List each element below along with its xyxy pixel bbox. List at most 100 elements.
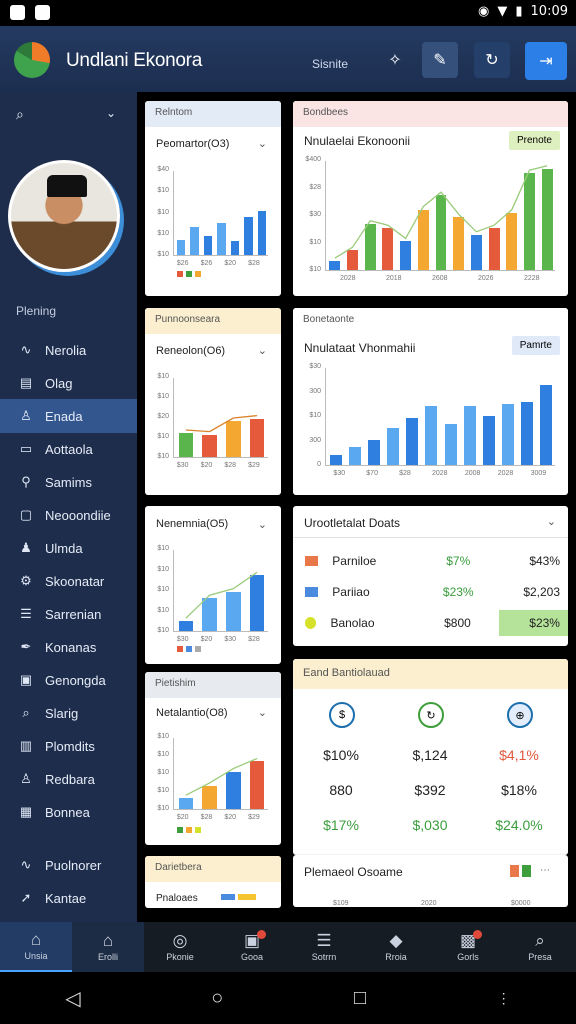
chart-bar[interactable] [244, 216, 253, 255]
chart-bar[interactable] [230, 240, 240, 255]
tab-item[interactable]: ▩ Gorls [432, 922, 504, 972]
chart-bar[interactable] [540, 384, 553, 465]
menu-icon[interactable]: ⋮ [497, 990, 511, 1007]
chevron-down-icon[interactable]: ⌄ [258, 137, 267, 150]
chart-card-7[interactable]: Darietbera Pnaloaes [145, 856, 281, 908]
sidebar-item[interactable]: ∿ Puolnorer [0, 848, 137, 882]
sidebar-item[interactable]: ▭ Aottaola [0, 432, 137, 466]
chart-card-6[interactable]: Pietishim Netalantio(O8) ⌄ $10 $10 $10 $10 $… [145, 672, 281, 845]
globe-icon[interactable]: ⊕ [507, 702, 533, 728]
bottom-card[interactable]: Plemaeol Osoame ⋯ $109 2020 $0000 [293, 855, 568, 907]
chart-bar[interactable] [367, 439, 380, 465]
profile-icon[interactable]: ✧ [377, 42, 413, 78]
chart-card-1[interactable]: Relntom Peomartor(O3) ⌄ $40 $10 $10 $10 $10 $… [145, 101, 281, 296]
chart-card-3[interactable]: Punnoonseara Reneolon(O6) ⌄ $10 $10 $20 $10… [145, 308, 281, 495]
header-link[interactable]: Sisnite [312, 57, 348, 71]
chart-bar[interactable] [463, 406, 476, 465]
chevron-down-icon[interactable]: ⌄ [106, 106, 116, 120]
sidebar-item-label: Olag [45, 375, 73, 391]
tab-item[interactable]: ◎ Pkonie [144, 922, 216, 972]
sidebar-item[interactable]: ▣ Genongda [0, 663, 137, 697]
home-icon[interactable]: ○ [211, 987, 223, 1010]
sidebar-item[interactable]: ▤ Olag [0, 366, 137, 400]
sidebar-item[interactable]: ▢ Neooondiie [0, 498, 137, 532]
chart-bar[interactable] [406, 417, 419, 465]
chart-legend [221, 894, 256, 900]
search-icon[interactable]: ⌕ [16, 106, 24, 123]
tab-item[interactable]: ⌂ Erolli [72, 922, 144, 972]
y-tick-label: 300 [309, 387, 321, 395]
sidebar-item[interactable]: ✒ Konanas [0, 630, 137, 664]
chart-bar[interactable] [217, 222, 226, 255]
y-tick-label: $10 [157, 251, 169, 258]
sidebar-item[interactable]: ▥ Plomdits [0, 729, 137, 763]
status-bar: ◉ ▼ ▮ 10:09 [0, 0, 576, 26]
chart-card-4[interactable]: Bonetaonte Nnulataat Vhonmahii Pamrte $3… [293, 308, 568, 495]
tab-label: Erolli [97, 952, 118, 962]
chevron-down-icon[interactable]: ⌄ [547, 515, 556, 528]
avatar[interactable] [8, 160, 120, 272]
battery-icon: ▮ [515, 4, 523, 19]
sidebar-item[interactable]: ⚙ Skoonatar [0, 564, 137, 598]
chevron-down-icon[interactable]: ⌄ [258, 706, 267, 719]
chart-bar[interactable] [329, 455, 342, 465]
coin-icon[interactable]: $ [329, 702, 355, 728]
sidebar-item[interactable]: ⚲ Samims [0, 465, 137, 499]
deal-row[interactable]: Banolao $800 $23% [293, 607, 568, 638]
sidebar: ⌕ ⌄ Plening ∿ Nerolia ▤ Olag ♙ Enada ▭ Aottaola… [0, 92, 137, 922]
tab-item[interactable]: ⌂ Unsia [0, 922, 72, 972]
chart-bar[interactable] [258, 210, 267, 255]
deals-card[interactable]: Urootletalat Doats ⌄ Parniloe $7% $43% Pari… [293, 506, 568, 646]
card-title: Pnaloaes [156, 893, 198, 904]
chart-bar[interactable] [203, 236, 213, 255]
chevron-down-icon[interactable]: ⌄ [258, 344, 267, 357]
sidebar-item[interactable]: ➚ Kantae [0, 881, 137, 915]
sidebar-item[interactable]: ♙ Enada [0, 399, 137, 433]
chart-bar[interactable] [425, 406, 438, 465]
y-tick-label: $10 [157, 187, 169, 195]
system-nav-bar: ◁ ○ □ ⋮ [0, 972, 576, 1024]
card-tag[interactable]: Prenote [508, 131, 560, 150]
chart-card-2[interactable]: Bondbees Nnulaelai Ekonoonii Prenote $40… [293, 101, 568, 296]
edit-icon[interactable]: ✎ [422, 42, 458, 78]
card-tag[interactable]: Pamrte [511, 336, 560, 355]
chevron-down-icon[interactable]: ⌄ [258, 518, 267, 531]
chart-bar[interactable] [482, 416, 495, 465]
chart-bar[interactable] [387, 427, 400, 465]
tab-item[interactable]: ☰ Sotrrn [288, 922, 360, 972]
x-tick-label: $30 [333, 470, 346, 477]
chart-bar[interactable] [348, 447, 361, 465]
sidebar-item[interactable]: ⌕ Slarig [0, 696, 137, 730]
y-tick-label: $400 [305, 156, 321, 163]
chart-bar[interactable] [444, 423, 457, 465]
card-header: Bonetaonte [293, 308, 568, 334]
refresh-icon[interactable]: ↻ [418, 702, 444, 728]
plot-area [325, 368, 555, 466]
sidebar-item[interactable]: ▦ Bonnea [0, 795, 137, 829]
refresh-icon[interactable]: ↻ [474, 42, 510, 78]
deal-row[interactable]: Pariiao $23% $2,203 [293, 576, 568, 607]
x-tick-label: $20 [224, 814, 237, 821]
chart-bar[interactable] [190, 226, 199, 255]
card-title: Urootletalat Doats [304, 516, 401, 530]
sidebar-item[interactable]: ♟ Ulmda [0, 531, 137, 565]
tab-item[interactable]: ⌕ Presa [504, 922, 576, 972]
back-icon[interactable]: ◁ [65, 986, 80, 1011]
sidebar-item[interactable]: ∿ Nerolia [0, 333, 137, 367]
y-tick-label: $10 [157, 805, 169, 812]
sidebar-item[interactable]: ☰ Sarrenian [0, 597, 137, 631]
card-title: Peomartor(O3) [156, 138, 230, 150]
chart-card-5[interactable]: Nenemnia(O5) ⌄ $10 $10 $10 $10 $10 $30 $20 $30 $… [145, 506, 281, 664]
chart-bar[interactable] [521, 402, 534, 465]
stats-card[interactable]: Eand Bantiolauad $ ↻ ⊕ $10% $,124 $4,1% 880… [293, 659, 568, 855]
export-icon[interactable]: ⇥ [525, 42, 567, 80]
chart-bar[interactable] [176, 239, 185, 255]
more-icon[interactable]: ⋯ [540, 865, 550, 876]
recents-icon[interactable]: □ [354, 987, 366, 1010]
chart-bar[interactable] [502, 404, 515, 465]
sidebar-item[interactable]: ♙ Redbara [0, 762, 137, 796]
tab-item[interactable]: ▣ Gooa [216, 922, 288, 972]
deal-row[interactable]: Parniloe $7% $43% [293, 545, 568, 576]
tab-item[interactable]: ◆ Rroia [360, 922, 432, 972]
y-tick-label: $10 [157, 393, 169, 400]
